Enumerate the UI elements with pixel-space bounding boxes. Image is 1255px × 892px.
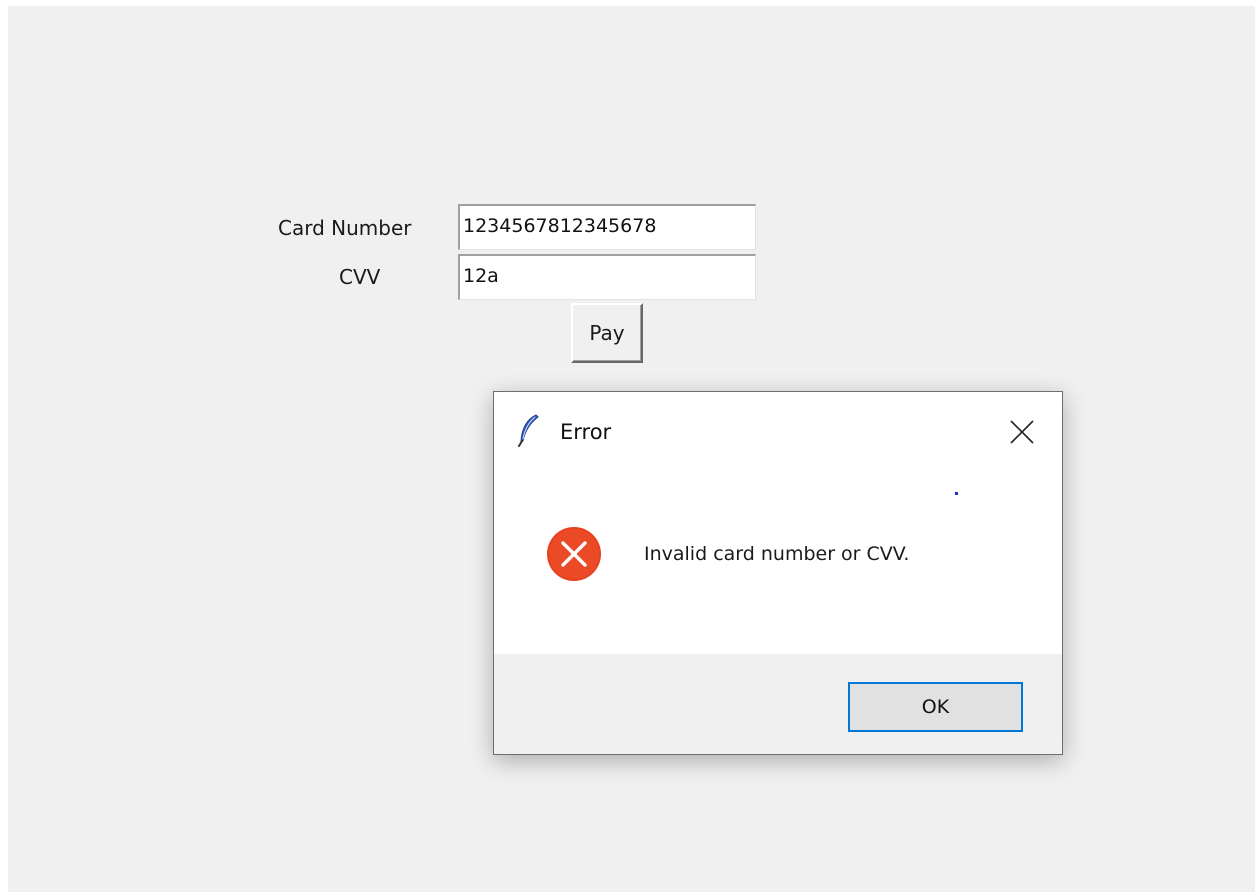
close-icon: [1010, 420, 1034, 444]
error-icon: [547, 527, 601, 581]
dialog-body: Invalid card number or CVV.: [494, 472, 1062, 654]
cvv-label: CVV: [339, 265, 381, 289]
dialog-title: Error: [560, 420, 612, 444]
close-button[interactable]: [1000, 410, 1044, 454]
cvv-input[interactable]: 12a: [458, 254, 756, 300]
error-message: Invalid card number or CVV.: [644, 543, 910, 565]
card-number-label: Card Number: [278, 216, 412, 240]
dialog-titlebar[interactable]: Error: [494, 392, 1062, 472]
blue-dot: [955, 492, 958, 495]
pay-button[interactable]: Pay: [571, 303, 643, 363]
feather-icon: [518, 414, 539, 447]
error-dialog: Error Invalid card number or CVV. OK: [493, 391, 1063, 755]
card-number-input[interactable]: 1234567812345678: [458, 204, 756, 250]
dialog-footer: OK: [494, 654, 1062, 754]
ok-button[interactable]: OK: [848, 682, 1023, 732]
